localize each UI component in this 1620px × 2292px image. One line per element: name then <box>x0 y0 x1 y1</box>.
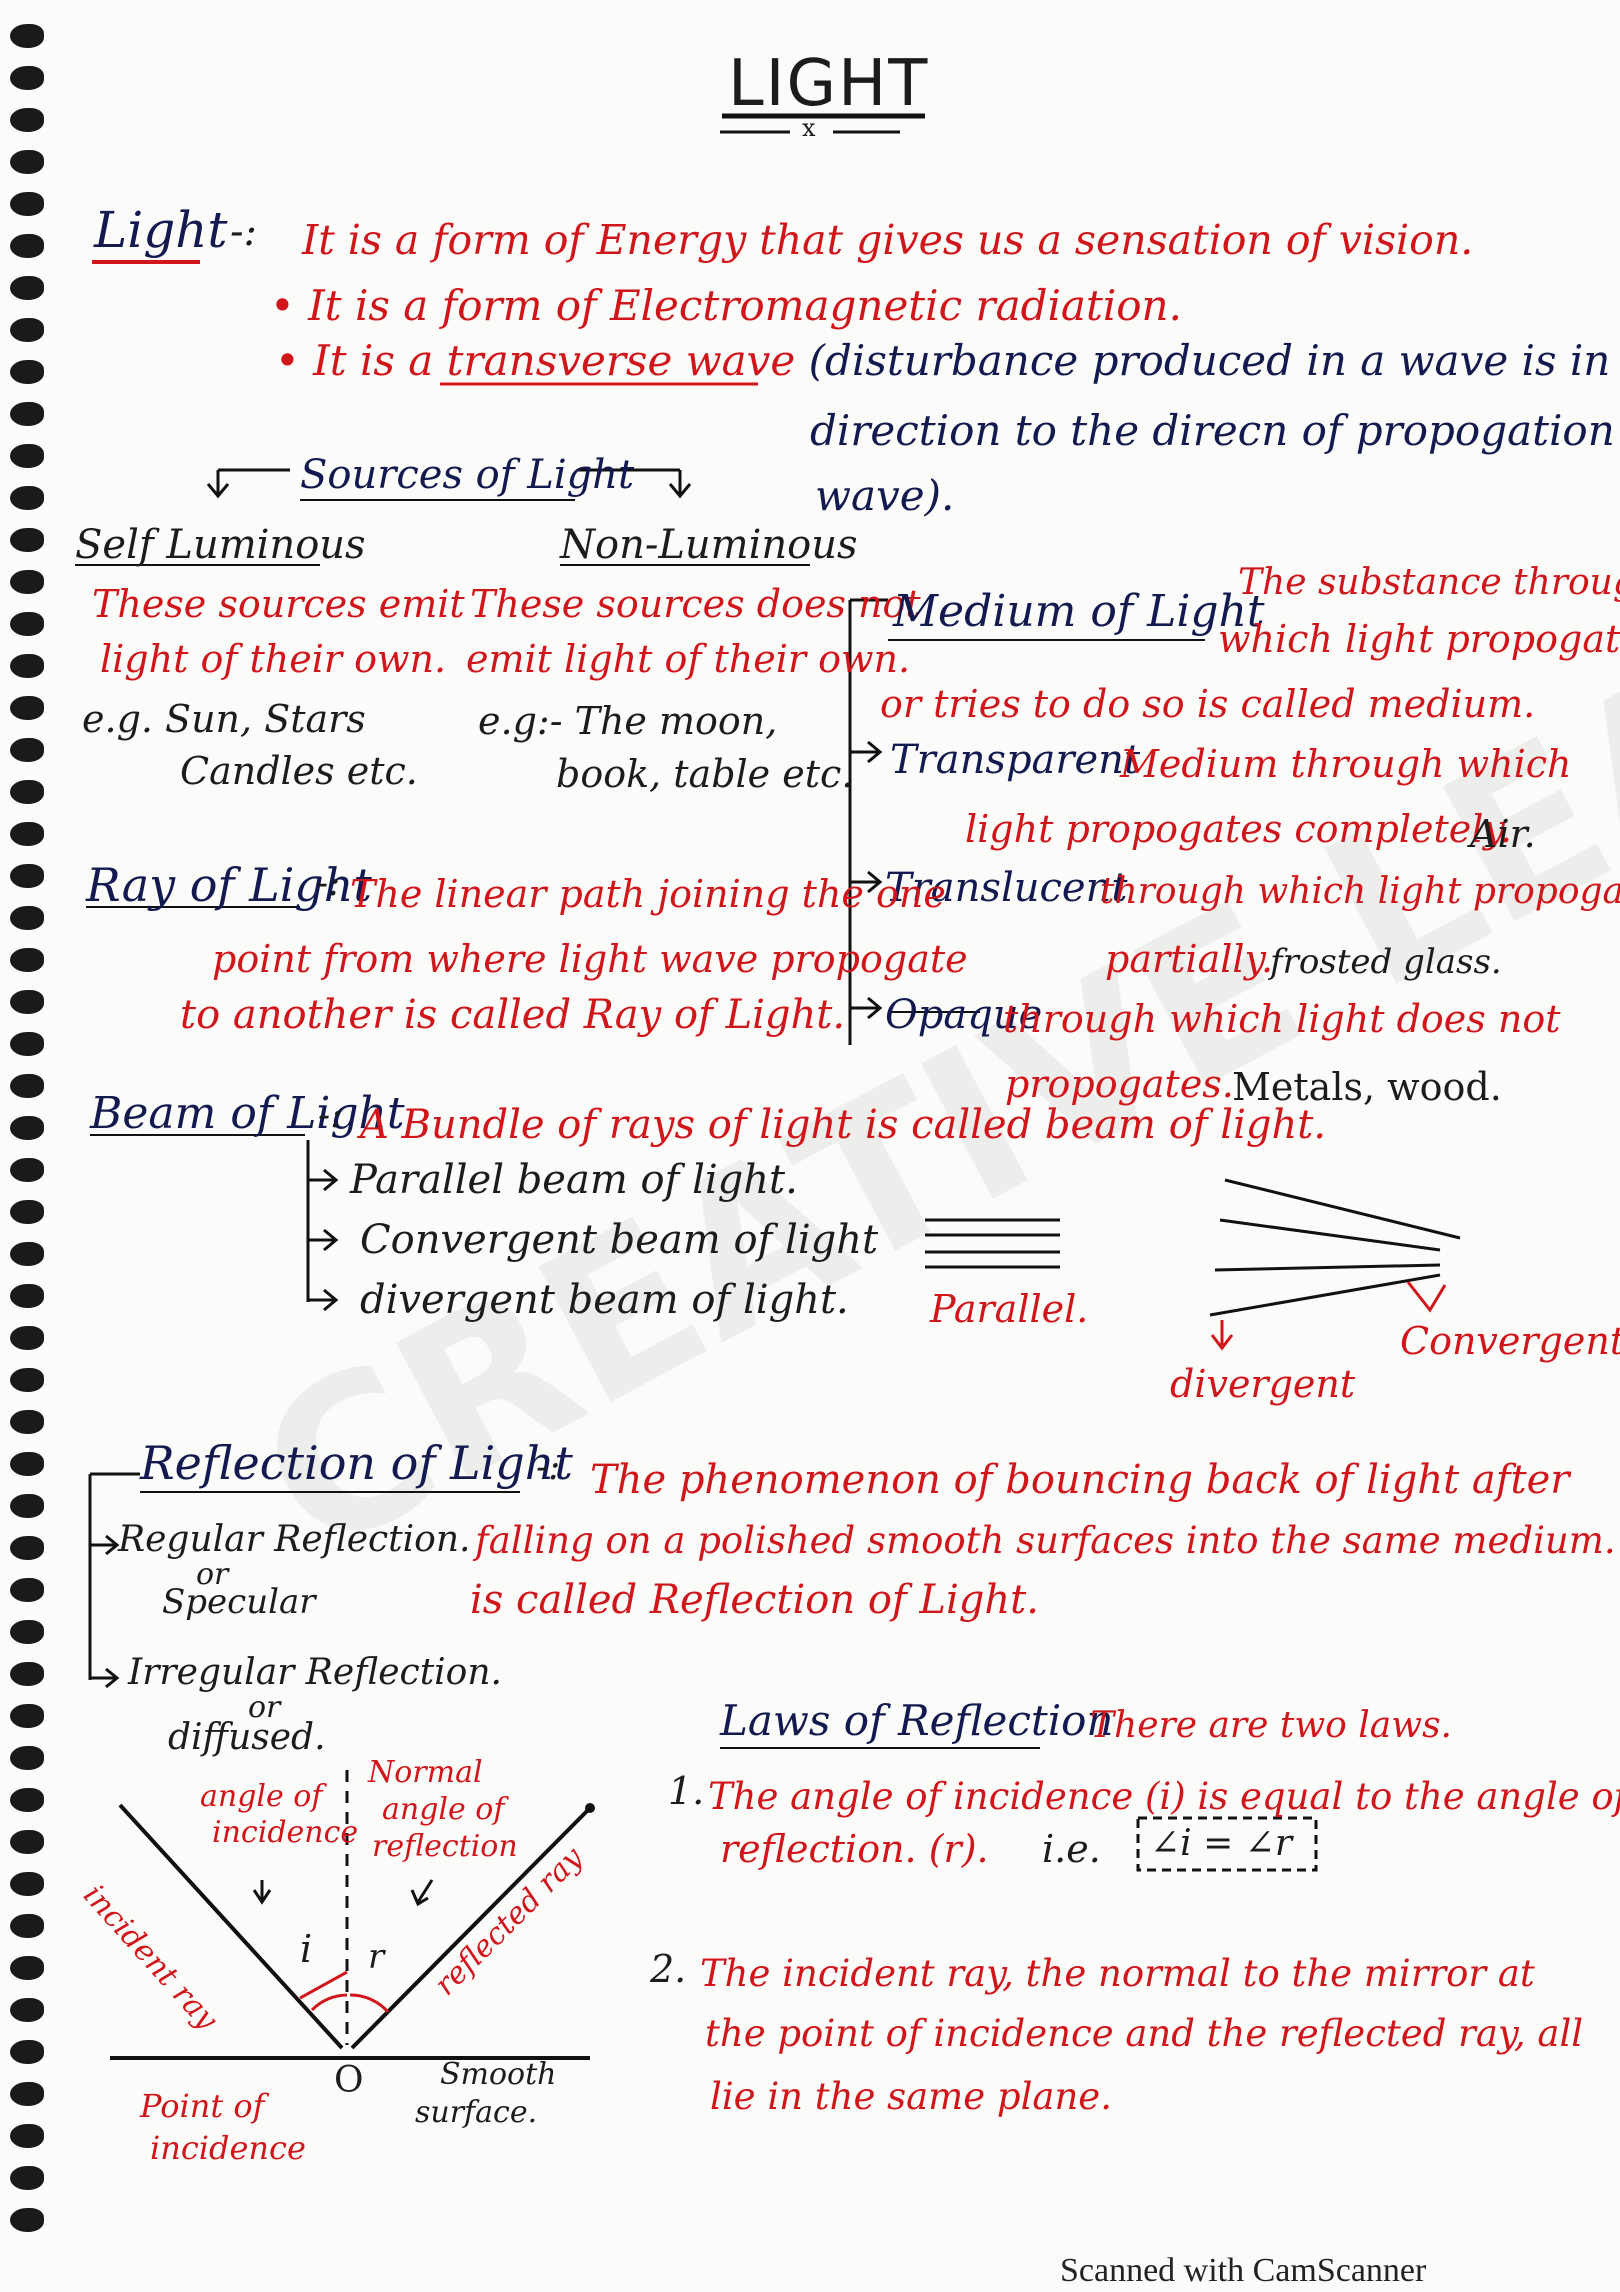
label-smooth-1: Smooth <box>440 2057 557 2092</box>
label-point-2: incidence <box>150 2129 306 2167</box>
reflection-sep: -: <box>536 1447 561 1488</box>
label-angle-reflection-2: reflection <box>372 1829 518 1864</box>
self-luminous-eg2: Candles etc. <box>180 749 418 793</box>
transparent-desc2: light propogates completely. <box>965 807 1512 851</box>
scanner-footer: Scanned with CamScanner <box>1060 2252 1427 2289</box>
law1-number: 1. <box>668 1769 705 1813</box>
law1-formula: ∠i = ∠r <box>1150 1823 1293 1864</box>
non-luminous-heading: Non-Luminous <box>560 522 858 568</box>
beam-type-parallel: Parallel beam of light. <box>350 1157 798 1203</box>
translucent-eg: frosted glass. <box>1270 942 1502 982</box>
non-luminous-eg2: book, table etc. <box>556 752 854 796</box>
law1-text-a: The angle of incidence (i) is equal to t… <box>708 1775 1620 1818</box>
light-def-line3: • It is a transverse wave (disturbance p… <box>275 336 1620 385</box>
medium-def2: which light propogate <box>1218 617 1620 661</box>
reflection-def1: The phenomenon of bouncing back of light… <box>590 1457 1570 1503</box>
medium-heading: Medium of Light <box>893 586 1265 637</box>
regular-specular: Specular <box>162 1582 316 1622</box>
transparent-desc1: Medium through which <box>1120 742 1572 786</box>
beam-label-parallel: Parallel. <box>930 1287 1089 1331</box>
laws-note: There are two laws. <box>1090 1705 1452 1746</box>
regular-reflection: Regular Reflection. <box>118 1519 471 1560</box>
self-luminous-desc1: These sources emit <box>92 582 465 626</box>
ray-sep: -: <box>316 863 341 904</box>
page-title: LIGHT <box>728 47 930 121</box>
label-angle-reflection-1: angle of <box>382 1792 505 1827</box>
ray-def3: to another is called Ray of Light. <box>180 992 846 1038</box>
opaque-desc1: through which light does not <box>1003 997 1561 1041</box>
laws-heading: Laws of Reflection <box>720 1696 1114 1745</box>
translucent-desc1: through which light propogates <box>1100 871 1620 912</box>
label-smooth-2: surface. <box>415 2095 538 2130</box>
light-def-line4: direction to the direcn of propogation o… <box>810 406 1620 455</box>
translucent-desc2: partially. <box>1105 937 1274 981</box>
label-r: r <box>368 1937 385 1977</box>
irregular-diffused: diffused. <box>168 1717 326 1758</box>
beam-type-divergent: divergent beam of light. <box>360 1277 849 1323</box>
ray-def2: point from where light wave propogate <box>212 937 968 981</box>
medium-def1: The substance through <box>1238 562 1620 603</box>
transparent-label: Transparent <box>890 737 1141 783</box>
light-def-line5: wave). <box>815 471 955 520</box>
light-sep: -: <box>230 209 257 255</box>
law1-text-b: reflection. (r). <box>720 1827 989 1871</box>
opaque-eg: Metals, wood. <box>1232 1065 1502 1109</box>
label-o: O <box>334 2060 364 2101</box>
medium-def3: or tries to do so is called medium. <box>880 682 1536 726</box>
sources-heading: Sources of Light <box>300 452 635 498</box>
beam-sep: -: <box>318 1095 343 1136</box>
notebook-page: CREATIVE LEARNING LIGHT x Light -: It is… <box>0 0 1620 2292</box>
label-point-1: Point of <box>140 2087 265 2125</box>
non-luminous-desc1: These sources does not <box>470 582 921 626</box>
beam-label-divergent: divergent <box>1170 1362 1356 1406</box>
law2-text-b: the point of incidence and the reflected… <box>705 2012 1584 2055</box>
label-angle-incidence-2: incidence <box>212 1815 359 1850</box>
self-luminous-heading: Self Luminous <box>75 522 366 568</box>
reflection-term: Reflection of Light <box>140 1436 573 1490</box>
transparent-eg: Air. <box>1470 812 1536 856</box>
law2-text-a: The incident ray, the normal to the mirr… <box>700 1952 1535 1995</box>
light-term: Light <box>94 201 228 259</box>
beam-type-convergent: Convergent beam of light <box>360 1217 879 1263</box>
non-luminous-eg1: e.g:- The moon, <box>478 699 778 743</box>
label-angle-incidence-1: angle of <box>200 1779 323 1814</box>
beam-label-convergent: Convergent <box>1400 1319 1620 1363</box>
beam-term: Beam of Light <box>90 1088 405 1139</box>
light-def-line1: It is a form of Energy that gives us a s… <box>302 216 1474 264</box>
reflection-def2: falling on a polished smooth surfaces in… <box>475 1519 1616 1562</box>
reflection-def3: is called Reflection of Light. <box>470 1577 1039 1623</box>
label-i: i <box>300 1927 313 1971</box>
beam-def: A Bundle of rays of light is called beam… <box>360 1102 1327 1148</box>
law2-number: 2. <box>650 1947 687 1991</box>
ray-def1: The linear path joining the one <box>350 872 946 916</box>
label-normal: Normal <box>368 1755 483 1790</box>
light-def-line2: • It is a form of Electromagnetic radiat… <box>270 281 1182 330</box>
opaque-desc2: propogates. <box>1005 1062 1234 1106</box>
non-luminous-desc2: emit light of their own. <box>466 637 911 681</box>
title-mark: x <box>802 114 816 142</box>
self-luminous-desc2: light of their own. <box>100 637 447 681</box>
irregular-reflection: Irregular Reflection. <box>128 1652 502 1693</box>
law1-ie: i.e. <box>1042 1827 1101 1871</box>
self-luminous-eg1: e.g. Sun, Stars <box>82 697 366 741</box>
law2-text-c: lie in the same plane. <box>710 2075 1112 2118</box>
